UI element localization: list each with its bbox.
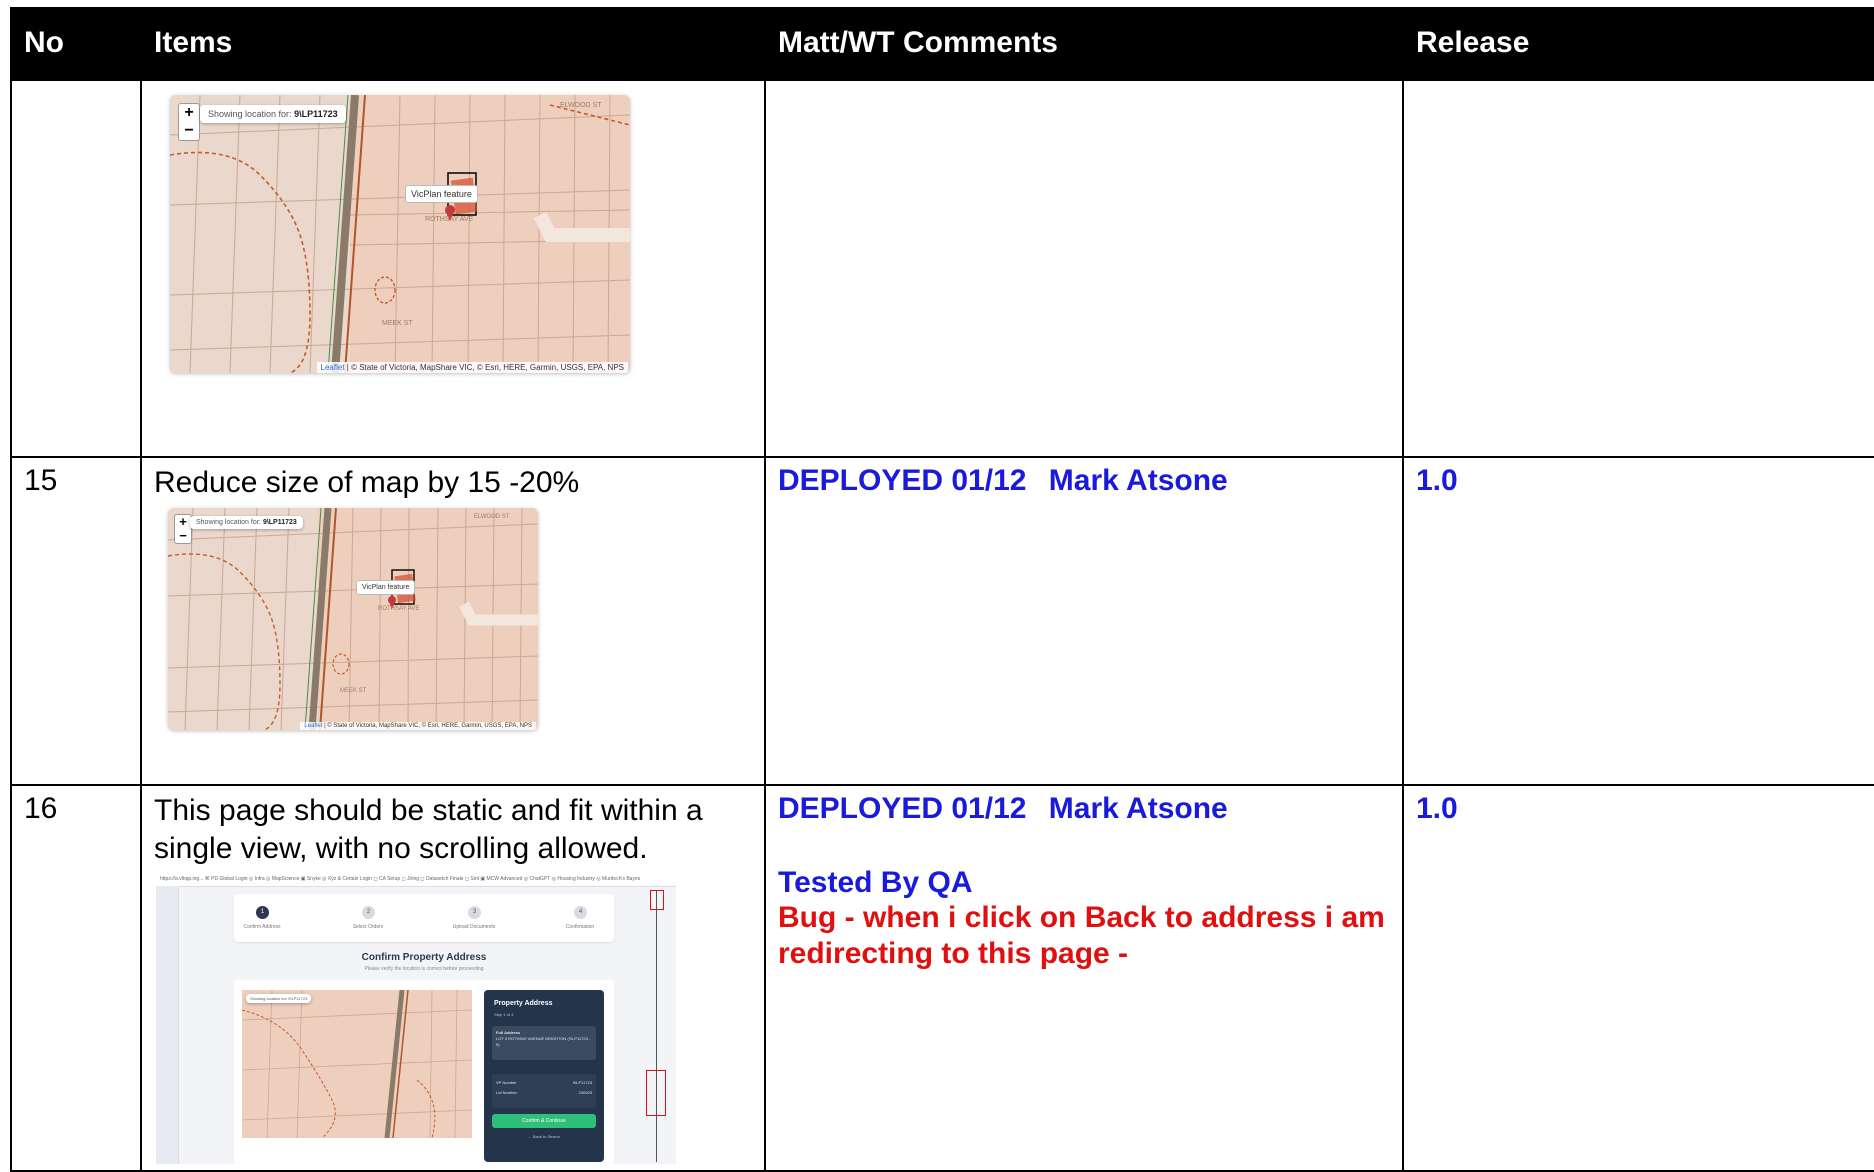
location-prefix: Showing location for: — [196, 519, 261, 526]
step-dot-4: 4 — [574, 906, 587, 919]
cell-release: 1.0 — [1402, 456, 1874, 786]
street-label-low: MEEK ST — [340, 688, 367, 694]
row-number: 15 — [10, 456, 142, 786]
property-panel: Property Address Step 1 of 4 Full Addres… — [484, 990, 604, 1162]
attribution-text: | © State of Victoria, MapShare VIC, © E… — [324, 723, 532, 729]
header-row: No Items Matt/WT Comments Release — [10, 7, 1874, 80]
header-items: Items — [140, 7, 765, 80]
header-comments: Matt/WT Comments — [764, 7, 1403, 80]
deployment-status: DEPLOYED 01/12 Mark Atsone — [778, 464, 1390, 498]
location-label: Showing location for: 9\LP11723 — [190, 516, 303, 529]
bookmarks-bar: https://a.vtkpp.ing... ⌘ PD Global Login… — [156, 872, 676, 887]
lot-label: Lot Number — [496, 1090, 517, 1095]
status-label: DEPLOYED — [778, 792, 944, 825]
street-label-mid: ROTHSAY AVE — [378, 606, 419, 612]
table-row-16: 16 This page should be static and fit wi… — [10, 784, 1874, 1172]
panel-title: Property Address — [494, 1000, 553, 1007]
cell-items: This page should be static and fit withi… — [140, 784, 766, 1172]
item-description: This page should be static and fit withi… — [154, 794, 703, 865]
location-value: 9\LP11723 — [294, 109, 338, 119]
map-screenshot-reduced: ELWOOD ST ROTHSAY AVE MEEK ST + − Showin… — [168, 508, 538, 730]
page-subtitle: Please verify the location is correct be… — [364, 966, 484, 972]
feature-tooltip: VicPlan feature — [356, 580, 416, 595]
back-to-search-link[interactable]: ← Back to Search — [492, 1134, 596, 1144]
cell-comments — [764, 79, 1404, 458]
leaflet-link[interactable]: Leaflet — [321, 363, 345, 372]
status-label: DEPLOYED — [778, 464, 944, 497]
map-attribution: Leaflet | © State of Victoria, MapShare … — [316, 362, 628, 373]
release-version: 1.0 — [1416, 792, 1458, 825]
mini-map-tiles — [242, 990, 472, 1138]
item-description: Reduce size of map by 15 -20% — [154, 466, 580, 499]
panel-step: Step 1 of 4 — [494, 1012, 514, 1017]
highlight-box-top — [650, 890, 664, 910]
leaflet-link[interactable]: Leaflet — [304, 723, 322, 729]
zoom-in-button[interactable]: + — [179, 104, 199, 122]
row-number: 16 — [10, 784, 142, 1172]
zoom-out-button[interactable]: − — [179, 122, 199, 140]
street-label-mid: ROTHSAY AVE — [425, 216, 474, 223]
zoom-out-button[interactable]: − — [175, 529, 191, 543]
header-no: No — [10, 7, 141, 80]
qa-note: Tested By QA — [778, 866, 973, 899]
full-address-value: LOT 9 ROTHSAY AVENUE BRIGHTON (9\LP11723… — [496, 1036, 591, 1047]
side-rail — [156, 886, 179, 1164]
zoom-control[interactable]: + − — [178, 103, 200, 141]
vp-label: VP Number — [496, 1080, 517, 1085]
address-card: Showing location for: 9\LP11723 Property… — [234, 980, 614, 1164]
street-label-top: ELWOOD ST — [474, 514, 510, 520]
table-row-continued: ELWOOD ST ROTHSAY AVE MEEK ST + − Showin… — [10, 79, 1874, 458]
map-tiles: ELWOOD ST ROTHSAY AVE MEEK ST — [170, 95, 630, 373]
attribution-text: | © State of Victoria, MapShare VIC, © E… — [346, 363, 624, 372]
issues-table: No Items Matt/WT Comments Release ELWOOD… — [10, 7, 1874, 1172]
release-version: 1.0 — [1416, 464, 1458, 497]
step-dot-3: 3 — [468, 906, 481, 919]
mini-location-label: Showing location for: 9\LP11723 — [246, 994, 312, 1003]
status-person: Mark Atsone — [1048, 464, 1228, 497]
zoom-in-button[interactable]: + — [175, 515, 191, 529]
status-date: 01/12 — [951, 792, 1027, 825]
bug-note: Bug - when i click on Back to address i … — [778, 901, 1385, 970]
feature-tooltip: VicPlan feature — [405, 185, 478, 203]
status-person: Mark Atsone — [1048, 792, 1228, 825]
highlight-box-bottom — [646, 1070, 666, 1116]
cell-release: 1.0 — [1402, 784, 1874, 1172]
status-date: 01/12 — [951, 464, 1027, 497]
map-attribution: Leaflet | © State of Victoria, MapShare … — [300, 722, 536, 730]
page-title: Confirm Property Address — [361, 952, 487, 963]
cell-no — [10, 79, 142, 458]
step-label: Upload Documents — [452, 924, 496, 930]
cell-items: ELWOOD ST ROTHSAY AVE MEEK ST + − Showin… — [140, 79, 766, 458]
header-release: Release — [1402, 7, 1874, 80]
step-label: Select Orders — [352, 924, 384, 930]
street-label-low: MEEK ST — [382, 320, 413, 327]
property-details-box: VP Number 9\LP11723 Lot Number 230929 — [492, 1074, 596, 1108]
cell-comments: DEPLOYED 01/12 Mark Atsone Tested By QA … — [764, 784, 1404, 1172]
vp-value: 9\LP11723 — [572, 1080, 592, 1085]
step-label: Confirmation — [565, 924, 595, 930]
lot-value: 230929 — [578, 1090, 592, 1095]
street-label-top: ELWOOD ST — [560, 102, 602, 109]
map-tiles: ELWOOD ST ROTHSAY AVE MEEK ST — [168, 508, 538, 730]
location-label: Showing location for: 9\LP11723 — [200, 105, 346, 123]
step-label: Confirm Address — [243, 924, 281, 930]
location-prefix: Showing location for: — [208, 109, 292, 119]
cell-items: Reduce size of map by 15 -20% ELWOOD ST … — [140, 456, 766, 786]
tracking-sheet: No Items Matt/WT Comments Release ELWOOD… — [10, 7, 1874, 1172]
full-address-box: Full Address LOT 9 ROTHSAY AVENUE BRIGHT… — [492, 1026, 596, 1060]
step-dot-1: 1 — [256, 906, 269, 919]
step-dot-2: 2 — [362, 906, 375, 919]
scrollbar-track[interactable] — [656, 890, 657, 1162]
progress-steps: 1 2 3 4 Confirm Address Select Orders Up… — [234, 894, 614, 942]
app-screenshot: https://a.vtkpp.ing... ⌘ PD Global Login… — [156, 872, 676, 1164]
location-value: 9\LP11723 — [262, 519, 297, 526]
cell-release — [1402, 79, 1874, 458]
cell-comments: DEPLOYED 01/12 Mark Atsone — [764, 456, 1404, 786]
mini-map: Showing location for: 9\LP11723 — [242, 990, 472, 1138]
confirm-continue-button[interactable]: Confirm & Continue — [492, 1114, 596, 1128]
table-row-15: 15 Reduce size of map by 15 -20% ELWOOD … — [10, 456, 1874, 786]
map-screenshot-large: ELWOOD ST ROTHSAY AVE MEEK ST + − Showin… — [170, 95, 630, 373]
deployment-status: DEPLOYED 01/12 Mark Atsone — [778, 792, 1390, 826]
